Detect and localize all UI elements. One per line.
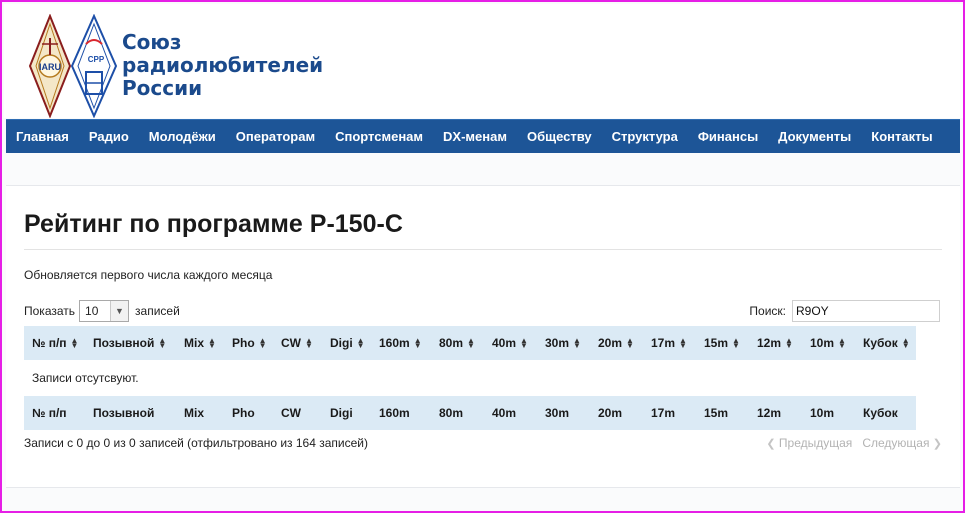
brand-line-1: Союз [122, 30, 182, 54]
column-footer-80m: 80m [439, 406, 464, 420]
column-header-number[interactable]: № п/п ▲ ▼ [32, 336, 78, 350]
column-header-12m[interactable]: 12m ▲ ▼ [757, 336, 793, 350]
column-header-callsign[interactable]: Позывной ▲ ▼ [93, 336, 166, 350]
sort-icon: ▲ ▼ [732, 336, 740, 350]
column-footer-17m: 17m [651, 406, 676, 420]
column-footer-40m: 40m [492, 406, 517, 420]
emblem-left-text: IARU [39, 62, 61, 72]
nav-item-contacts[interactable]: Контакты [861, 129, 942, 144]
column-footer-mix: Mix [184, 406, 205, 420]
nav-item-society[interactable]: Обществу [517, 129, 602, 144]
nav-item-dx[interactable]: DX-менам [433, 129, 517, 144]
sort-icon: ▲ ▼ [838, 336, 846, 350]
column-footer-pho: Pho [232, 406, 255, 420]
column-header-17m[interactable]: 17m ▲ ▼ [651, 336, 687, 350]
previous-page-button[interactable]: ❮ Предыдущая [766, 436, 852, 450]
column-header-30m[interactable]: 30m ▲ ▼ [545, 336, 581, 350]
page-title: Рейтинг по программе Р-150-С [24, 210, 403, 238]
nav-item-sportsmen[interactable]: Спортсменам [325, 129, 433, 144]
sort-icon: ▲ ▼ [573, 336, 581, 350]
sort-icon: ▲ ▼ [356, 336, 365, 350]
column-footer-12m: 12m [757, 406, 782, 420]
sort-icon: ▲ ▼ [158, 336, 167, 350]
sort-icon: ▲ ▼ [626, 336, 634, 350]
column-footer-cw: CW [281, 406, 301, 420]
search-control: Поиск: [749, 300, 940, 322]
nav-item-structure[interactable]: Структура [602, 129, 688, 144]
sort-icon: ▲ ▼ [208, 336, 216, 350]
nav-item-youth[interactable]: Молодёжи [139, 129, 226, 144]
empty-table-message: Записи отсутсвуют. [32, 371, 139, 385]
search-label: Поиск: [749, 304, 786, 318]
column-header-cup[interactable]: Кубок ▲ ▼ [863, 336, 910, 350]
column-footer-30m: 30m [545, 406, 570, 420]
table-footer-row: № п/п Позывной Mix Pho CW Digi 160m 80m … [24, 396, 916, 430]
page-length-value: 10 [85, 304, 99, 318]
length-control: Показать 10 ▼ записей [24, 300, 180, 322]
nav-item-finance[interactable]: Финансы [688, 129, 768, 144]
nav-item-home[interactable]: Главная [6, 129, 79, 144]
column-header-pho[interactable]: Pho ▲ ▼ [232, 336, 267, 350]
column-header-15m[interactable]: 15m ▲ ▼ [704, 336, 740, 350]
browser-frame: IARU СРР Союз радиолюбителей России Глав… [0, 0, 965, 513]
column-header-20m[interactable]: 20m ▲ ▼ [598, 336, 634, 350]
chevron-left-icon: ❮ [766, 437, 776, 450]
column-header-40m[interactable]: 40m ▲ ▼ [492, 336, 528, 350]
brand-line-3: России [122, 76, 203, 100]
column-footer-20m: 20m [598, 406, 623, 420]
column-footer-number: № п/п [32, 406, 67, 420]
sort-icon: ▲ ▼ [467, 336, 475, 350]
table-info: Записи с 0 до 0 из 0 записей (отфильтров… [24, 436, 368, 450]
column-header-160m[interactable]: 160m ▲ ▼ [379, 336, 422, 350]
column-header-cw[interactable]: CW ▲ ▼ [281, 336, 313, 350]
column-footer-callsign: Позывной [93, 406, 155, 420]
nav-item-radio[interactable]: Радио [79, 129, 139, 144]
nav-item-documents[interactable]: Документы [768, 129, 861, 144]
content-panel: Рейтинг по программе Р-150-С Обновляется… [6, 185, 960, 488]
brand-name[interactable]: Союз радиолюбителей России [122, 31, 323, 100]
column-footer-15m: 15m [704, 406, 729, 420]
sort-icon: ▲ ▼ [785, 336, 793, 350]
sort-icon: ▲ ▼ [305, 336, 313, 350]
sort-icon: ▲ ▼ [258, 336, 267, 350]
column-header-digi[interactable]: Digi ▲ ▼ [330, 336, 365, 350]
sort-icon: ▲ ▼ [70, 336, 79, 350]
column-header-mix[interactable]: Mix ▲ ▼ [184, 336, 216, 350]
table-header-row: № п/п ▲ ▼ Позывной ▲ ▼ Mix ▲ ▼ Pho ▲ ▼ CW ▲ ▼ Digi… [24, 326, 916, 360]
sort-icon: ▲ ▼ [520, 336, 528, 350]
page-subtitle: Обновляется первого числа каждого месяца [24, 268, 273, 282]
column-header-80m[interactable]: 80m ▲ ▼ [439, 336, 475, 350]
sort-icon: ▲ ▼ [679, 336, 687, 350]
brand-line-2: радиолюбителей [122, 53, 324, 77]
main-nav: Главная Радио Молодёжи Операторам Спортс… [6, 119, 960, 153]
column-footer-digi: Digi [330, 406, 353, 420]
column-footer-10m: 10m [810, 406, 835, 420]
search-input[interactable] [792, 300, 940, 322]
chevron-down-icon[interactable]: ▼ [110, 301, 129, 321]
sort-icon: ▲ ▼ [901, 336, 910, 350]
chevron-right-icon: ❯ [932, 437, 942, 450]
pagination: ❮ Предыдущая Следующая ❯ [766, 436, 942, 450]
site-header: IARU СРР Союз радиолюбителей России [4, 4, 963, 118]
length-suffix-label: записей [135, 304, 180, 318]
column-footer-160m: 160m [379, 406, 410, 420]
nav-item-operators[interactable]: Операторам [226, 129, 325, 144]
next-page-button[interactable]: Следующая ❯ [862, 436, 942, 450]
column-header-10m[interactable]: 10m ▲ ▼ [810, 336, 846, 350]
sort-icon: ▲ ▼ [413, 336, 422, 350]
emblem-right-text: СРР [88, 55, 105, 64]
page-length-select[interactable]: 10 ▼ [79, 300, 130, 322]
column-footer-cup: Кубок [863, 406, 898, 420]
logo-emblem-icon[interactable]: IARU СРР [28, 14, 120, 118]
length-prefix-label: Показать [24, 304, 76, 318]
title-divider [24, 249, 942, 250]
